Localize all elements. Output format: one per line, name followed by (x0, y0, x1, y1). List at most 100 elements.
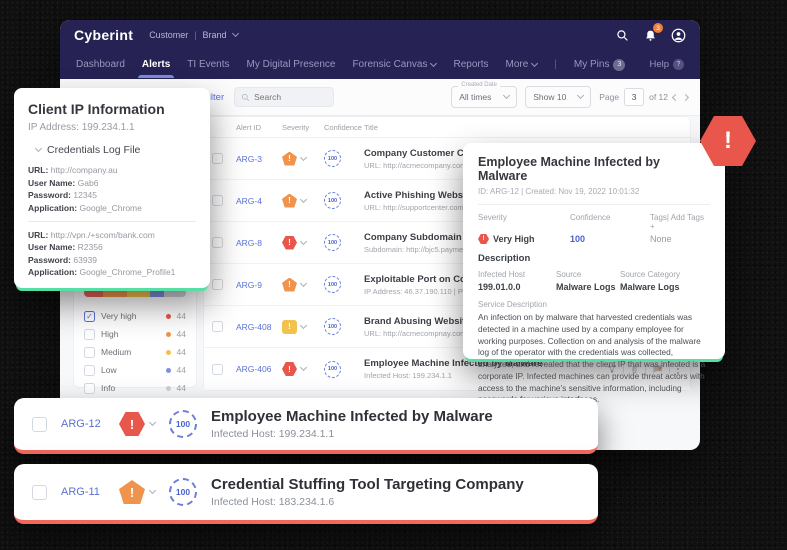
severity-dropdown-icon[interactable] (300, 237, 307, 244)
url-label: URL: (28, 165, 48, 175)
menu-item-dashboard[interactable]: Dashboard (76, 59, 125, 70)
show-count-value: Show 10 (533, 92, 566, 102)
password-label: Password: (28, 255, 71, 265)
severity-dropdown-icon[interactable] (300, 321, 307, 328)
alert-card-arg-12[interactable]: ARG-12 ! 100 Employee Machine Infected b… (14, 398, 598, 454)
menu-item-reports[interactable]: Reports (453, 59, 488, 70)
header-severity[interactable]: Severity (282, 123, 324, 132)
credentials-log-toggle[interactable]: Credentials Log File (36, 144, 196, 156)
pins-count-badge: 3 (613, 59, 625, 71)
created-date-select[interactable]: Created Date All times (451, 86, 517, 108)
severity-value[interactable]: ! Very High (478, 234, 570, 244)
severity-medium-icon: ! (282, 320, 297, 334)
alert-card-arg-11[interactable]: ARG-11 ! 100 Credential Stuffing Tool Ta… (14, 464, 598, 524)
notification-count-badge: 3 (653, 23, 663, 33)
checkbox-checked[interactable]: ✓ (84, 311, 95, 322)
severity-high-icon: ! (282, 278, 297, 292)
menu-item-more[interactable]: More (506, 59, 538, 70)
alert-id-link[interactable]: ARG-3 (236, 154, 282, 164)
page-total: of 12 (649, 92, 668, 102)
facet-count: 44 (177, 383, 186, 393)
severity-dot-yellow (166, 350, 171, 355)
checkbox[interactable] (84, 365, 95, 376)
search-icon[interactable] (614, 27, 630, 43)
detail-meta: ID: ARG-12 | Created: Nov 19, 2022 10:01… (478, 187, 710, 205)
forensic-canvas-label: Forensic Canvas (352, 59, 427, 70)
alert-id-link[interactable]: ARG-4 (236, 196, 282, 206)
severity-dropdown-icon[interactable] (300, 279, 307, 286)
credential-password: Password: 12345 (28, 190, 196, 200)
menu-item-my-pins[interactable]: My Pins 3 (574, 59, 626, 71)
row-checkbox[interactable] (32, 417, 47, 432)
header-title[interactable]: Title (364, 123, 690, 132)
detail-title: Employee Machine Infected by Malware (478, 155, 710, 183)
severity-very-high-icon: ! (478, 234, 489, 244)
confidence-label: Confidence (570, 213, 650, 231)
user-value: Gab6 (78, 178, 99, 188)
infected-host-value: 199.01.0.0 (478, 282, 556, 292)
alert-title[interactable]: Employee Machine Infected by Malware (211, 408, 493, 425)
alert-id-link[interactable]: ARG-9 (236, 280, 282, 290)
search-input[interactable] (254, 92, 324, 102)
severity-select[interactable]: ! (119, 480, 155, 504)
row-checkbox[interactable] (32, 485, 47, 500)
alert-subtitle: Infected Host: 199.234.1.1 (211, 428, 493, 440)
facet-high[interactable]: High 44 (82, 325, 188, 343)
facet-very-high[interactable]: ✓ Very high 44 (82, 307, 188, 325)
checkbox[interactable] (84, 347, 95, 358)
header-confidence[interactable]: Confidence (324, 123, 364, 132)
severity-very-high-icon: ! (282, 362, 297, 376)
severity-select[interactable]: ! (119, 412, 155, 436)
page-number-input[interactable] (624, 88, 644, 106)
severity-bar-low (150, 289, 163, 297)
tenant-switcher[interactable]: Customer | Brand (149, 30, 237, 40)
severity-dot-red (166, 314, 171, 319)
alert-id-link[interactable]: ARG-12 (61, 418, 105, 430)
menu-item-my-digital-presence[interactable]: My Digital Presence (247, 59, 336, 70)
severity-high-icon: ! (282, 152, 297, 166)
chevron-down-icon (503, 92, 510, 99)
facet-low[interactable]: Low 44 (82, 361, 188, 379)
previous-page-icon[interactable] (672, 93, 679, 100)
confidence-gauge: 100 (169, 478, 197, 506)
row-checkbox[interactable] (212, 321, 223, 332)
help-link[interactable]: Help ? (649, 59, 684, 70)
url-label: URL: (28, 230, 48, 240)
facet-info[interactable]: Info 44 (82, 379, 188, 397)
menu-item-ti-events[interactable]: TI Events (187, 59, 229, 70)
notifications-bell-icon[interactable]: 3 (642, 27, 658, 43)
checkbox[interactable] (84, 329, 95, 340)
severity-dropdown-icon[interactable] (300, 195, 307, 202)
row-checkbox[interactable] (212, 153, 223, 164)
alert-id-link[interactable]: ARG-406 (236, 364, 282, 374)
severity-very-high-icon: ! (119, 412, 145, 436)
severity-dropdown-icon[interactable] (300, 364, 307, 371)
severity-dot-gray (166, 386, 171, 391)
menu-item-forensic-canvas[interactable]: Forensic Canvas (352, 59, 436, 70)
alert-id-link[interactable]: ARG-408 (236, 322, 282, 332)
application-value: Google_Chrome (79, 203, 141, 213)
customer-label: Customer (149, 30, 188, 40)
next-page-icon[interactable] (682, 93, 689, 100)
show-count-select[interactable]: Show 10 (525, 86, 591, 108)
add-tags-link[interactable]: Tags| Add Tags + (650, 213, 710, 231)
row-checkbox[interactable] (212, 195, 223, 206)
page-label: Page (599, 92, 619, 102)
severity-dropdown-icon[interactable] (300, 153, 307, 160)
chevron-down-icon (35, 145, 42, 152)
header-alert-id[interactable]: Alert ID (236, 123, 282, 132)
row-checkbox[interactable] (212, 237, 223, 248)
alert-id-link[interactable]: ARG-11 (61, 486, 105, 498)
user-avatar-icon[interactable] (670, 27, 686, 43)
alert-title[interactable]: Credential Stuffing Tool Targeting Compa… (211, 476, 524, 493)
alert-id-link[interactable]: ARG-8 (236, 238, 282, 248)
search-field[interactable] (234, 87, 334, 107)
row-checkbox[interactable] (212, 279, 223, 290)
menu-item-alerts[interactable]: Alerts (142, 59, 170, 70)
checkbox[interactable] (84, 383, 95, 394)
facet-medium[interactable]: Medium 44 (82, 343, 188, 361)
row-checkbox[interactable] (212, 364, 223, 375)
user-label: User Name: (28, 178, 75, 188)
severity-very-high-icon: ! (282, 236, 297, 250)
top-navbar: Cyberint Customer | Brand 3 (60, 20, 700, 50)
